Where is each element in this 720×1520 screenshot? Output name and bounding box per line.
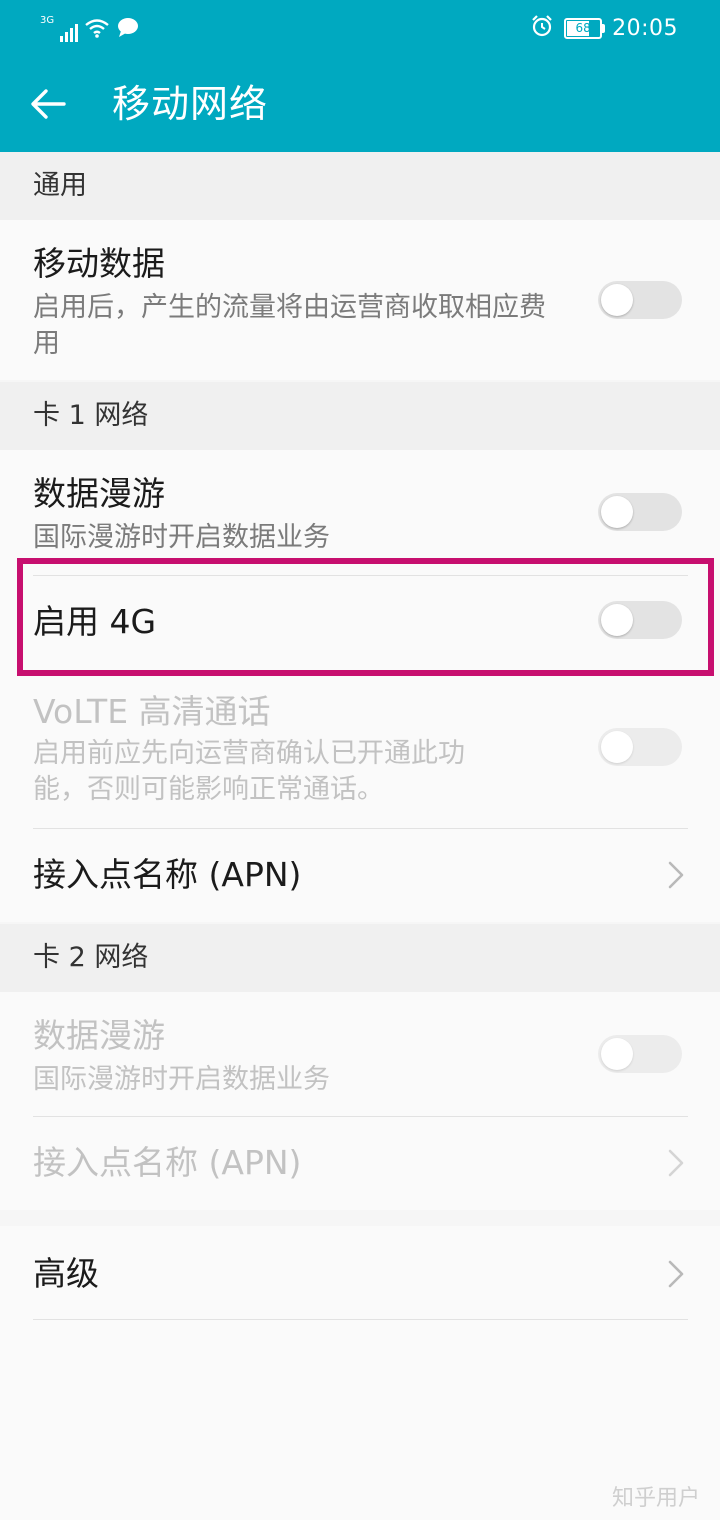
mobile-data-title: 移动数据 bbox=[33, 244, 165, 283]
sim1-data-roaming-title: 数据漫游 bbox=[33, 474, 165, 513]
enable-4g-toggle[interactable] bbox=[598, 601, 682, 639]
sim1-data-roaming-subtitle: 国际漫游时开启数据业务 bbox=[33, 522, 330, 553]
general-panel: 移动数据 启用后，产生的流量将由运营商收取相应费用 bbox=[0, 220, 720, 380]
volte-row: VoLTE 高清通话 启用前应先向运营商确认已开通此功能，否则可能影响正常通话。 bbox=[0, 682, 720, 828]
back-arrow-icon bbox=[31, 89, 66, 119]
status-bar: 3G 68 20:05 bbox=[0, 0, 720, 56]
sim2-panel: 数据漫游 国际漫游时开启数据业务 接入点名称 (APN) bbox=[0, 992, 720, 1210]
chevron-right-icon bbox=[668, 861, 684, 889]
battery-icon: 68 bbox=[564, 17, 606, 39]
mobile-data-row[interactable]: 移动数据 启用后，产生的流量将由运营商收取相应费用 bbox=[0, 220, 720, 380]
sim2-data-roaming-title: 数据漫游 bbox=[33, 1016, 165, 1055]
chevron-right-icon bbox=[668, 1149, 684, 1177]
sim2-apn-title: 接入点名称 (APN) bbox=[33, 1143, 302, 1182]
wifi-icon bbox=[84, 18, 110, 42]
status-left: 3G bbox=[40, 14, 140, 42]
volte-subtitle: 启用前应先向运营商确认已开通此功能，否则可能影响正常通话。 bbox=[33, 738, 465, 805]
chevron-right-icon bbox=[668, 1260, 684, 1288]
enable-4g-title: 启用 4G bbox=[33, 602, 157, 641]
section-header-sim2: 卡 2 网络 bbox=[0, 924, 720, 992]
sim1-data-roaming-toggle[interactable] bbox=[598, 493, 682, 531]
mobile-data-subtitle: 启用后，产生的流量将由运营商收取相应费用 bbox=[33, 292, 546, 359]
watermark: 知乎用户 bbox=[611, 1486, 700, 1511]
app-bar: 移动网络 bbox=[0, 56, 720, 152]
chat-bubble-icon bbox=[116, 16, 140, 42]
toggle-knob bbox=[601, 604, 633, 636]
toggle-knob bbox=[601, 731, 633, 763]
advanced-title: 高级 bbox=[33, 1254, 99, 1293]
sim1-data-roaming-row[interactable]: 数据漫游 国际漫游时开启数据业务 bbox=[0, 450, 720, 568]
status-time: 20:05 bbox=[612, 15, 678, 41]
toggle-knob bbox=[601, 284, 633, 316]
signal-icon bbox=[60, 22, 79, 42]
sim1-apn-row[interactable]: 接入点名称 (APN) bbox=[0, 829, 720, 922]
toggle-knob bbox=[601, 1038, 633, 1070]
enable-4g-row[interactable]: 启用 4G bbox=[0, 576, 720, 672]
section-header-sim1: 卡 1 网络 bbox=[0, 382, 720, 450]
back-button[interactable] bbox=[22, 78, 74, 130]
page-title: 移动网络 bbox=[112, 82, 269, 126]
section-header-general: 通用 bbox=[0, 152, 720, 220]
mobile-data-toggle[interactable] bbox=[598, 281, 682, 319]
status-right: 68 20:05 bbox=[530, 12, 678, 44]
alarm-icon bbox=[530, 14, 554, 42]
volte-title: VoLTE 高清通话 bbox=[33, 692, 271, 731]
sim2-data-roaming-subtitle: 国际漫游时开启数据业务 bbox=[33, 1064, 330, 1095]
volte-toggle bbox=[598, 728, 682, 766]
toggle-knob bbox=[601, 496, 633, 528]
advanced-row[interactable]: 高级 bbox=[0, 1226, 720, 1319]
sim1-apn-title: 接入点名称 (APN) bbox=[33, 855, 302, 894]
sim2-data-roaming-toggle bbox=[598, 1035, 682, 1073]
sim2-data-roaming-row: 数据漫游 国际漫游时开启数据业务 bbox=[0, 992, 720, 1116]
network-type-label: 3G bbox=[40, 15, 55, 26]
divider bbox=[33, 1319, 688, 1320]
sim2-apn-row: 接入点名称 (APN) bbox=[0, 1117, 720, 1210]
advanced-panel: 高级 bbox=[0, 1226, 720, 1520]
sim1-panel: 数据漫游 国际漫游时开启数据业务 启用 4G VoLTE 高清通话 启用前应先向… bbox=[0, 450, 720, 922]
battery-level: 68 bbox=[575, 20, 591, 35]
